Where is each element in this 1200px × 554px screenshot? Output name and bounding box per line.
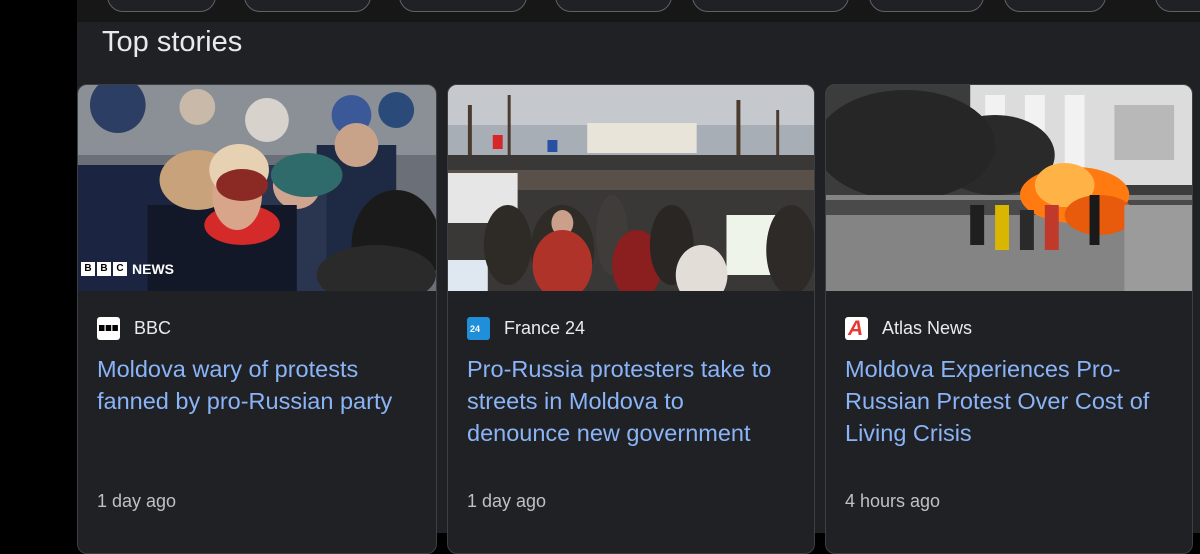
story-card-france24[interactable]: 24 France 24 Pro-Russia protesters take … xyxy=(447,84,815,554)
story-source: BBC xyxy=(97,317,171,340)
filter-chip[interactable] xyxy=(692,0,849,12)
filter-chip[interactable] xyxy=(1155,0,1200,12)
filter-chip[interactable] xyxy=(107,0,216,12)
source-name: France 24 xyxy=(504,318,586,338)
atlas-news-logo-text: A xyxy=(848,317,864,340)
bbc-logo-icon xyxy=(97,317,120,340)
filter-chip[interactable] xyxy=(555,0,672,12)
crowd-photo-image xyxy=(448,85,814,291)
story-image[interactable] xyxy=(826,85,1192,291)
source-name: BBC xyxy=(134,318,172,338)
filter-chip[interactable] xyxy=(869,0,984,12)
atlas-news-logo-icon: A xyxy=(845,317,868,340)
france24-logo-icon: 24 xyxy=(467,317,490,340)
story-timestamp: 4 hours ago xyxy=(845,491,941,511)
filter-chip[interactable] xyxy=(399,0,527,12)
france24-logo-text: 24 xyxy=(470,324,481,334)
story-image[interactable]: B B C NEWS xyxy=(78,85,436,291)
filter-chip[interactable] xyxy=(1004,0,1106,12)
story-headline-link[interactable]: Pro-Russia protesters take to streets in… xyxy=(467,353,787,449)
story-headline-link[interactable]: Moldova wary of protests fanned by pro-R… xyxy=(97,353,417,417)
search-results-panel: Top stories B B C NEWS BBC Moldova wary … xyxy=(77,0,1200,554)
watermark-letter: C xyxy=(113,262,127,276)
story-source: 24 France 24 xyxy=(467,317,585,340)
story-source: A Atlas News xyxy=(845,317,972,340)
story-card-atlas-news[interactable]: A Atlas News Moldova Experiences Pro-Rus… xyxy=(825,84,1193,554)
watermark-letter: B xyxy=(81,262,95,276)
story-timestamp: 1 day ago xyxy=(467,491,547,511)
story-image[interactable] xyxy=(448,85,814,291)
section-title: Top stories xyxy=(102,26,243,58)
unrest-photo-image xyxy=(826,85,1192,291)
story-timestamp: 1 day ago xyxy=(97,491,177,511)
filter-chip[interactable] xyxy=(244,0,371,12)
watermark-word: NEWS xyxy=(132,261,174,277)
story-headline-link[interactable]: Moldova Experiences Pro-Russian Protest … xyxy=(845,353,1165,449)
source-name: Atlas News xyxy=(882,318,973,338)
filter-chip-bar xyxy=(77,0,1200,22)
story-card-bbc[interactable]: B B C NEWS BBC Moldova wary of protests … xyxy=(77,84,437,554)
bbc-news-watermark: B B C NEWS xyxy=(81,261,174,277)
watermark-letter: B xyxy=(97,262,111,276)
